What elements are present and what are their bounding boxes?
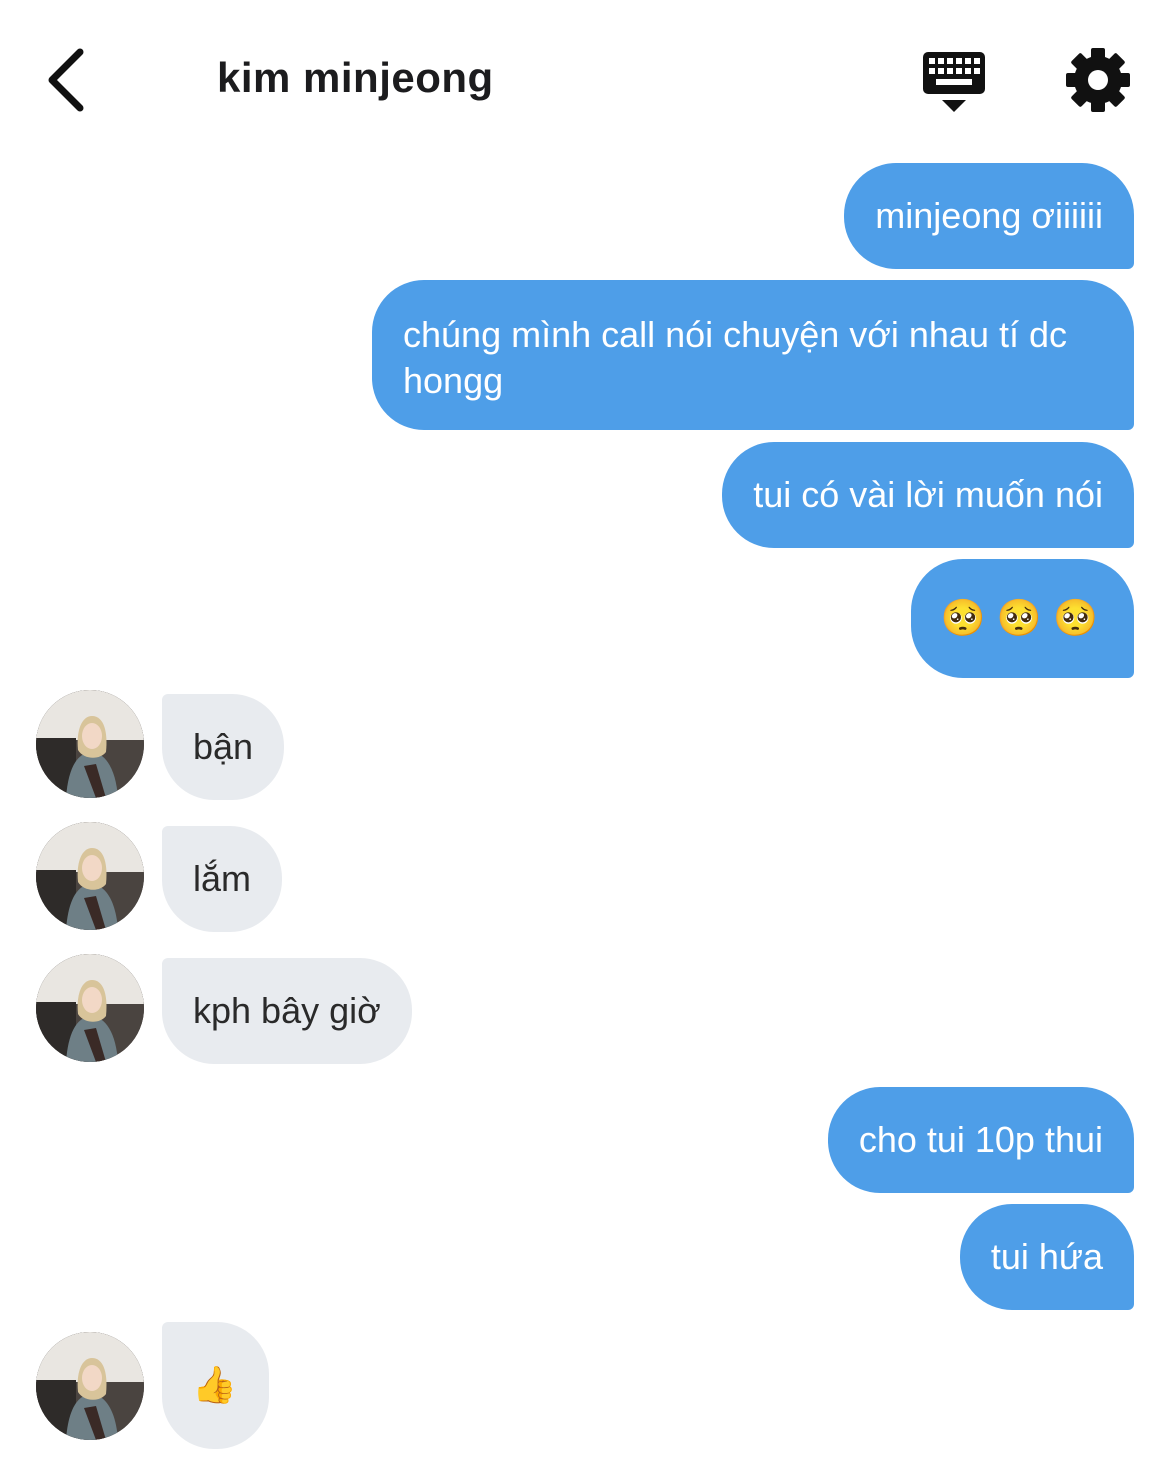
message-text: lắm [193, 858, 252, 899]
message-bubble-received[interactable]: 👍 [162, 1322, 269, 1449]
chat-screen: kim minjeong minjeong ơiiiiii chúng mình… [0, 0, 1170, 1463]
message-text: minjeong ơiiiiii [875, 195, 1103, 236]
message-text: cho tui 10p thui [858, 1119, 1103, 1160]
message-bubble-sent[interactable]: tui có vài lời muốn nói [722, 442, 1134, 548]
message-bubble-received[interactable]: bận [162, 694, 285, 800]
profile-photo-icon [36, 690, 144, 798]
gear-icon [1066, 48, 1130, 112]
avatar[interactable] [36, 822, 144, 930]
message-text: kph bây giờ [193, 990, 381, 1031]
message-text: tui có vài lời muốn nói [753, 474, 1103, 515]
settings-button[interactable] [1064, 46, 1132, 114]
message-bubble-sent[interactable]: chúng mình call nói chuyện với nhau tí d… [372, 280, 1134, 430]
message-text: chúng mình call nói chuyện với nhau tí d… [403, 314, 1067, 401]
chevron-left-icon [48, 48, 84, 112]
message-bubble-sent[interactable]: 🥺 🥺 🥺 [910, 559, 1134, 678]
profile-photo-icon [36, 954, 144, 1062]
keyboard-icon [923, 52, 985, 112]
message-text: 👍 [192, 1365, 237, 1406]
profile-photo-icon [36, 1332, 144, 1440]
message-text: 🥺 🥺 🥺 [940, 598, 1098, 639]
message-text: bận [193, 726, 254, 767]
message-bubble-sent[interactable]: minjeong ơiiiiii [844, 163, 1134, 269]
avatar[interactable] [36, 1332, 144, 1440]
message-bubble-sent[interactable]: tui hứa [959, 1204, 1134, 1310]
avatar[interactable] [36, 690, 144, 798]
message-bubble-sent[interactable]: cho tui 10p thui [827, 1087, 1134, 1193]
avatar[interactable] [36, 954, 144, 1062]
keyboard-toggle-button[interactable] [918, 48, 990, 114]
back-button[interactable] [38, 44, 98, 116]
message-bubble-received[interactable]: lắm [162, 826, 283, 932]
chat-header: kim minjeong [0, 0, 1170, 150]
message-bubble-received[interactable]: kph bây giờ [162, 958, 412, 1064]
message-text: tui hứa [990, 1236, 1103, 1277]
profile-photo-icon [36, 822, 144, 930]
contact-name[interactable]: kim minjeong [217, 54, 494, 102]
